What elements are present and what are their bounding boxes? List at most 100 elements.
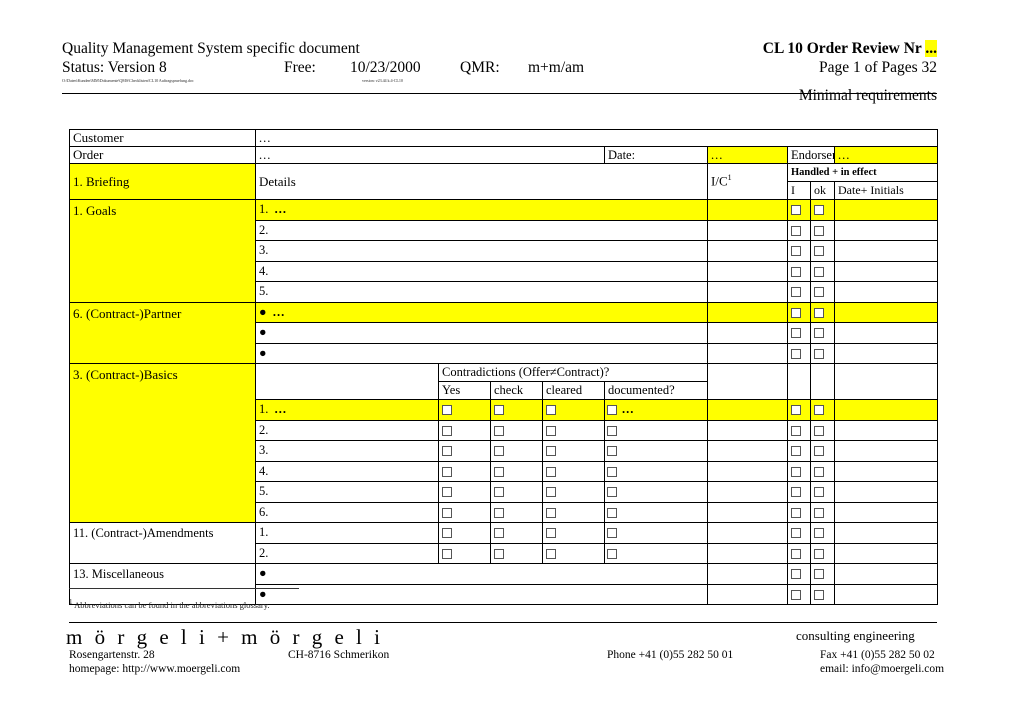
ic-cell[interactable] <box>707 460 788 482</box>
checkbox-ok-cell[interactable] <box>810 583 835 605</box>
checkbox-yes-cell[interactable] <box>438 522 491 544</box>
checkbox-ok[interactable] <box>814 246 824 257</box>
checkbox-cleared-cell[interactable] <box>542 460 605 482</box>
checkbox-i[interactable] <box>791 405 801 416</box>
checkbox-check-cell[interactable] <box>490 501 543 523</box>
ic-cell[interactable] <box>707 322 788 344</box>
checkbox-i[interactable] <box>791 446 801 457</box>
checkbox-ok-cell[interactable] <box>810 301 835 323</box>
checkbox-i-cell[interactable] <box>787 399 811 421</box>
checkbox-yes[interactable] <box>442 548 452 559</box>
checkbox-i[interactable] <box>791 548 801 559</box>
row-detail[interactable]: 2. <box>255 219 708 241</box>
date-initials-cell[interactable] <box>833 260 939 282</box>
checkbox-check[interactable] <box>494 487 504 498</box>
row-detail[interactable]: 3. <box>255 440 439 462</box>
checkbox-i[interactable] <box>791 205 801 216</box>
checkbox-documented[interactable] <box>607 425 617 436</box>
date-initials-cell[interactable] <box>833 522 939 544</box>
checkbox-ok-cell[interactable] <box>810 460 835 482</box>
checkbox-ok[interactable] <box>814 589 824 600</box>
ic-cell[interactable] <box>707 563 788 585</box>
row-detail[interactable]: ● <box>255 342 708 364</box>
checkbox-check[interactable] <box>494 446 504 457</box>
checkbox-i-cell[interactable] <box>787 301 811 323</box>
checkbox-yes-cell[interactable] <box>438 460 491 482</box>
checkbox-i-cell[interactable] <box>787 583 811 605</box>
checkbox-i[interactable] <box>791 287 801 298</box>
checkbox-check-cell[interactable] <box>490 440 543 462</box>
row-detail[interactable]: 4. <box>255 460 439 482</box>
checkbox-check[interactable] <box>494 528 504 539</box>
order-value[interactable]: ... <box>255 146 605 164</box>
checkbox-cleared-cell[interactable] <box>542 522 605 544</box>
checkbox-cleared-cell[interactable] <box>542 501 605 523</box>
checkbox-ok-cell[interactable] <box>810 481 835 503</box>
ic-cell[interactable] <box>707 260 788 282</box>
checkbox-i[interactable] <box>791 507 801 518</box>
checkbox-ok-cell[interactable] <box>810 399 835 421</box>
row-detail[interactable]: ● ... <box>255 301 708 323</box>
date-initials-cell[interactable] <box>833 542 939 564</box>
checkbox-cleared-cell[interactable] <box>542 440 605 462</box>
date-initials-cell[interactable] <box>833 281 939 303</box>
ic-cell[interactable] <box>707 419 788 441</box>
checkbox-i[interactable] <box>791 466 801 477</box>
row-detail[interactable]: ● <box>255 322 708 344</box>
checkbox-documented[interactable] <box>607 487 617 498</box>
ic-cell[interactable] <box>707 219 788 241</box>
checkbox-i-cell[interactable] <box>787 563 811 585</box>
checkbox-ok[interactable] <box>814 528 824 539</box>
checkbox-ok-cell[interactable] <box>810 219 835 241</box>
checkbox-i-cell[interactable] <box>787 260 811 282</box>
checkbox-ok-cell[interactable] <box>810 419 835 441</box>
ic-cell[interactable] <box>707 240 788 262</box>
ic-cell[interactable] <box>707 440 788 462</box>
ic-cell[interactable] <box>707 199 788 221</box>
row-detail[interactable]: 5. <box>255 481 439 503</box>
date-initials-cell[interactable] <box>833 219 939 241</box>
checkbox-i-cell[interactable] <box>787 460 811 482</box>
checkbox-ok[interactable] <box>814 225 824 236</box>
row-detail[interactable]: 2. <box>255 419 439 441</box>
customer-value[interactable]: ... <box>254 129 939 147</box>
checkbox-yes-cell[interactable] <box>438 501 491 523</box>
documented-cell[interactable] <box>604 481 708 503</box>
checkbox-cleared[interactable] <box>546 425 556 436</box>
row-detail[interactable]: ● <box>255 583 708 605</box>
checkbox-ok-cell[interactable] <box>810 199 835 221</box>
checkbox-cleared[interactable] <box>546 528 556 539</box>
documented-cell[interactable] <box>604 522 708 544</box>
checkbox-ok[interactable] <box>814 446 824 457</box>
checkbox-ok-cell[interactable] <box>810 322 835 344</box>
company-homepage[interactable]: homepage: http://www.moergeli.com <box>69 663 240 675</box>
checkbox-yes-cell[interactable] <box>438 542 491 564</box>
checkbox-i[interactable] <box>791 569 801 580</box>
date-initials-cell[interactable] <box>833 440 939 462</box>
checkbox-ok[interactable] <box>814 287 824 298</box>
checkbox-i[interactable] <box>791 487 801 498</box>
checkbox-cleared[interactable] <box>546 507 556 518</box>
checkbox-yes-cell[interactable] <box>438 399 491 421</box>
checkbox-cleared[interactable] <box>546 548 556 559</box>
checkbox-cleared[interactable] <box>546 487 556 498</box>
documented-cell[interactable]: ... <box>604 399 708 421</box>
checkbox-ok-cell[interactable] <box>810 563 835 585</box>
checkbox-check[interactable] <box>494 466 504 477</box>
documented-cell[interactable] <box>604 501 708 523</box>
checkbox-i[interactable] <box>791 528 801 539</box>
checkbox-i[interactable] <box>791 348 801 359</box>
checkbox-check-cell[interactable] <box>490 419 543 441</box>
checkbox-ok[interactable] <box>814 487 824 498</box>
checkbox-yes-cell[interactable] <box>438 440 491 462</box>
checkbox-check[interactable] <box>494 507 504 518</box>
date-initials-cell[interactable] <box>833 583 939 605</box>
checkbox-ok[interactable] <box>814 425 824 436</box>
checkbox-i[interactable] <box>791 307 801 318</box>
checkbox-i-cell[interactable] <box>787 542 811 564</box>
checkbox-i-cell[interactable] <box>787 522 811 544</box>
checkbox-check[interactable] <box>494 548 504 559</box>
endorsement-value[interactable]: ... <box>833 146 939 164</box>
checkbox-ok[interactable] <box>814 328 824 339</box>
checkbox-ok[interactable] <box>814 266 824 277</box>
